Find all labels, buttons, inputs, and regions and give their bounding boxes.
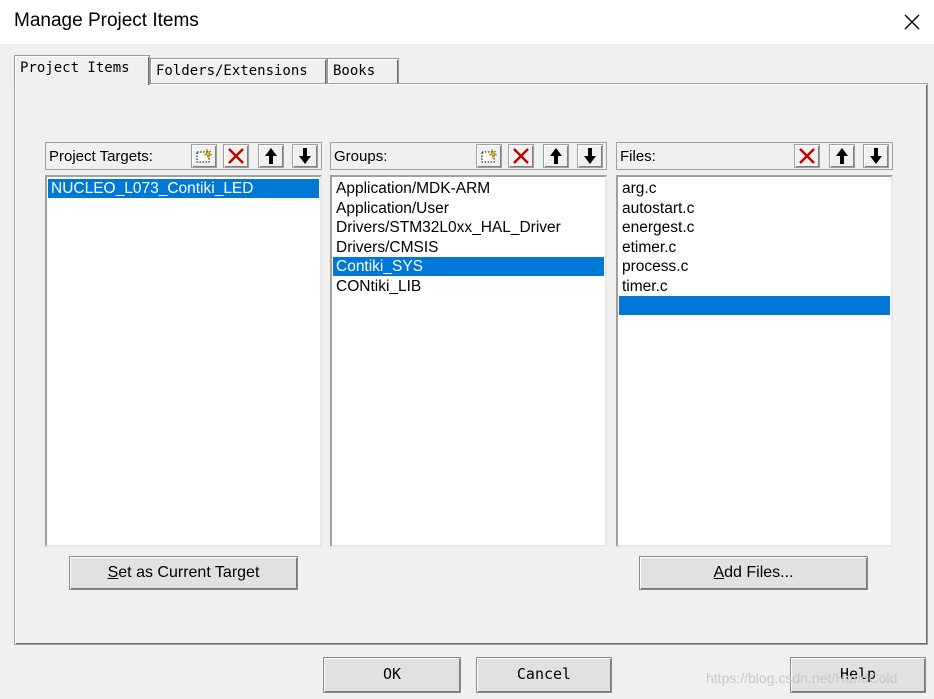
delete-icon (228, 148, 244, 164)
groups-list[interactable]: Application/MDK-ARM Application/User Dri… (330, 175, 607, 547)
new-item-icon (196, 148, 213, 163)
new-target-button[interactable] (191, 144, 217, 168)
move-file-down-button[interactable] (863, 144, 889, 168)
list-item[interactable]: Drivers/STM32L0xx_HAL_Driver (333, 218, 604, 237)
list-item[interactable]: Contiki_SYS (333, 257, 604, 276)
move-group-up-button[interactable] (543, 144, 569, 168)
list-item[interactable]: Application/MDK-ARM (333, 179, 604, 198)
files-list[interactable]: arg.c autostart.c energest.c etimer.c pr… (616, 175, 893, 547)
list-item[interactable]: NUCLEO_L073_Contiki_LED (48, 179, 319, 198)
delete-icon (799, 148, 815, 164)
cancel-button[interactable]: Cancel (476, 657, 612, 693)
list-item[interactable] (619, 296, 890, 315)
tab-label: Project Items (20, 60, 130, 76)
tab-books[interactable]: Books (327, 58, 399, 84)
list-item[interactable]: etimer.c (619, 238, 890, 257)
targets-header-label: Project Targets: (49, 148, 153, 165)
tab-folders-extensions[interactable]: Folders/Extensions (150, 58, 327, 84)
list-item[interactable]: timer.c (619, 277, 890, 296)
move-file-up-button[interactable] (829, 144, 855, 168)
title-bar: Manage Project Items (0, 0, 934, 44)
button-label: Cancel (516, 665, 572, 683)
new-group-button[interactable] (476, 144, 502, 168)
button-mnemonic: S (107, 564, 119, 581)
list-item[interactable]: arg.c (619, 179, 890, 198)
delete-file-button[interactable] (794, 144, 820, 168)
tab-project-items[interactable]: Project Items (14, 55, 150, 85)
button-label: et as Current Target (118, 564, 260, 581)
tab-label: Books (333, 63, 376, 79)
set-current-target-button[interactable]: Set as Current Target (69, 556, 298, 590)
new-item-icon (481, 148, 498, 163)
add-files-button[interactable]: Add Files... (639, 556, 868, 590)
arrow-down-icon (299, 148, 311, 164)
list-item[interactable]: CONtiki_LIB (333, 277, 604, 296)
list-item[interactable]: Drivers/CMSIS (333, 238, 604, 257)
list-item[interactable]: autostart.c (619, 199, 890, 218)
files-header: Files: (616, 142, 893, 170)
arrow-up-icon (265, 148, 277, 164)
list-item[interactable]: Application/User (333, 199, 604, 218)
groups-header-label: Groups: (334, 148, 388, 165)
arrow-down-icon (870, 148, 882, 164)
files-header-label: Files: (620, 148, 656, 165)
targets-list[interactable]: NUCLEO_L073_Contiki_LED (45, 175, 322, 547)
window-title: Manage Project Items (14, 10, 199, 31)
manage-project-items-dialog: Manage Project Items Project Items Folde… (0, 0, 934, 699)
targets-header: Project Targets: (45, 142, 322, 170)
list-item[interactable]: energest.c (619, 218, 890, 237)
move-target-down-button[interactable] (292, 144, 318, 168)
watermark: https://blog.csdn.net/HandCold (706, 670, 898, 686)
button-label: dd Files... (724, 564, 794, 581)
close-icon (904, 14, 920, 30)
delete-icon (513, 148, 529, 164)
button-label: OK (382, 665, 402, 683)
ok-button[interactable]: OK (323, 657, 461, 693)
tab-label: Folders/Extensions (156, 63, 308, 79)
close-button[interactable] (892, 6, 932, 38)
delete-target-button[interactable] (223, 144, 249, 168)
groups-header: Groups: (330, 142, 607, 170)
arrow-up-icon (550, 148, 562, 164)
arrow-down-icon (584, 148, 596, 164)
arrow-up-icon (836, 148, 848, 164)
list-item[interactable]: process.c (619, 257, 890, 276)
move-group-down-button[interactable] (577, 144, 603, 168)
move-target-up-button[interactable] (258, 144, 284, 168)
button-mnemonic: A (713, 564, 725, 581)
delete-group-button[interactable] (508, 144, 534, 168)
